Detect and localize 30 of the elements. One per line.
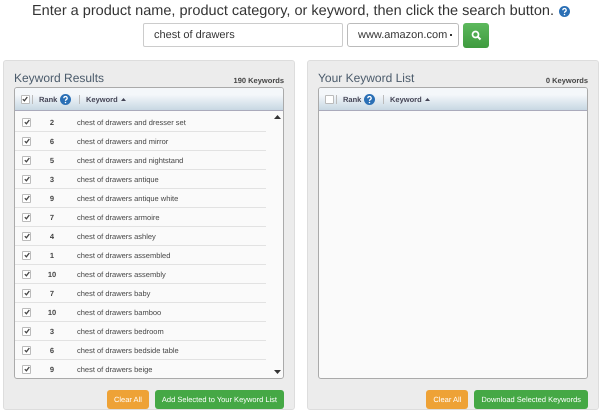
row-checkbox[interactable]: [22, 156, 31, 164]
select-all-checkbox[interactable]: [20, 94, 30, 104]
help-icon: [60, 94, 72, 104]
search-field[interactable]: chest of drawers: [143, 23, 343, 47]
site-dropdown[interactable]: www.amazon.com: [347, 23, 459, 47]
scroll-up-icon[interactable]: [274, 115, 281, 119]
row-checkbox[interactable]: [22, 326, 31, 336]
help-icon: [364, 94, 376, 104]
row-checkbox[interactable]: [22, 288, 31, 298]
row-checkbox[interactable]: [22, 250, 31, 260]
row-checkbox[interactable]: [22, 212, 31, 222]
scroll-down-icon[interactable]: [274, 370, 281, 374]
search-icon: [470, 30, 482, 41]
row-checkbox[interactable]: [22, 308, 31, 316]
search-button[interactable]: [463, 23, 489, 48]
select-all-checkbox[interactable]: [324, 94, 334, 104]
instruction-text: Enter a product name, product category, or keyword, then click the search button.: [32, 3, 554, 19]
panel-title: Your Keyword List: [318, 71, 414, 85]
sort-icon: [120, 98, 126, 100]
help-icon: [559, 6, 570, 16]
row-checkbox[interactable]: [22, 136, 31, 146]
row-checkbox[interactable]: [22, 174, 31, 184]
row-checkbox[interactable]: [22, 270, 31, 278]
row-checkbox[interactable]: [22, 118, 31, 126]
row-checkbox[interactable]: [22, 232, 31, 240]
row-checkbox[interactable]: [22, 194, 31, 202]
row-checkbox[interactable]: [22, 364, 31, 374]
sort-icon: [424, 98, 430, 100]
row-checkbox[interactable]: [22, 346, 31, 354]
panel-title: Keyword Results: [14, 71, 104, 85]
